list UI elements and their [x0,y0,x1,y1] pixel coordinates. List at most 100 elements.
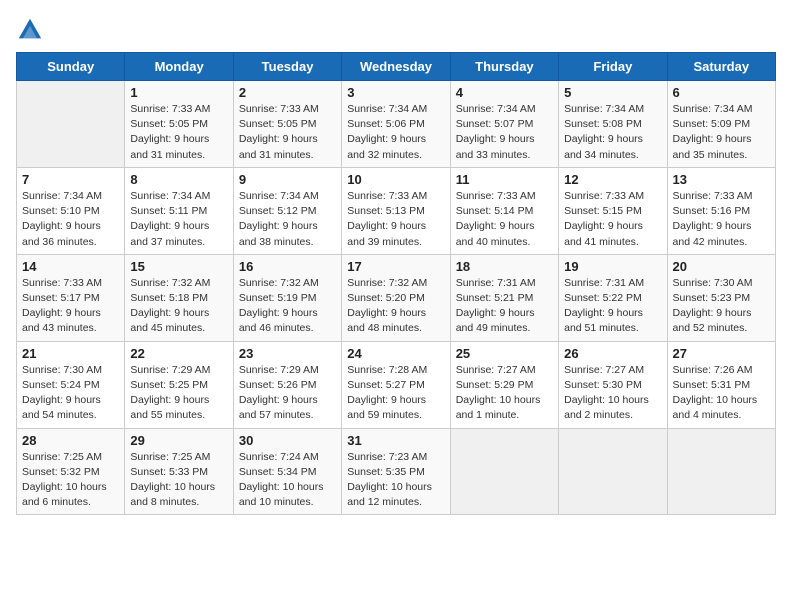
day-info: Sunrise: 7:32 AMSunset: 5:19 PMDaylight:… [239,276,336,337]
day-info: Sunrise: 7:34 AMSunset: 5:09 PMDaylight:… [673,102,770,163]
calendar-cell: 21 Sunrise: 7:30 AMSunset: 5:24 PMDayligh… [17,341,125,428]
day-info: Sunrise: 7:24 AMSunset: 5:34 PMDaylight:… [239,450,336,511]
calendar-cell: 10 Sunrise: 7:33 AMSunset: 5:13 PMDayligh… [342,167,450,254]
day-number: 3 [347,85,444,100]
calendar-cell: 4 Sunrise: 7:34 AMSunset: 5:07 PMDaylight… [450,81,558,168]
calendar-table: SundayMondayTuesdayWednesdayThursdayFrid… [16,52,776,515]
day-number: 29 [130,433,227,448]
day-info: Sunrise: 7:33 AMSunset: 5:05 PMDaylight:… [239,102,336,163]
calendar-week-row: 7Sunrise: 7:34 AMSunset: 5:10 PMDaylight… [17,167,776,254]
day-number: 20 [673,259,770,274]
calendar-cell: 18Sunrise: 7:31 AMSunset: 5:21 PMDayligh… [450,254,558,341]
day-info: Sunrise: 7:34 AMSunset: 5:11 PMDaylight:… [130,189,227,250]
calendar-cell [559,428,667,515]
weekday-header: Wednesday [342,53,450,81]
calendar-cell: 17 Sunrise: 7:32 AMSunset: 5:20 PMDayligh… [342,254,450,341]
weekday-header: Thursday [450,53,558,81]
calendar-cell: 28Sunrise: 7:25 AMSunset: 5:32 PMDayligh… [17,428,125,515]
day-number: 4 [456,85,553,100]
calendar-cell: 23 Sunrise: 7:29 AMSunset: 5:26 PMDayligh… [233,341,341,428]
weekday-header: Tuesday [233,53,341,81]
day-info: Sunrise: 7:33 AMSunset: 5:14 PMDaylight:… [456,189,553,250]
day-number: 13 [673,172,770,187]
calendar-cell: 11Sunrise: 7:33 AMSunset: 5:14 PMDayligh… [450,167,558,254]
day-number: 27 [673,346,770,361]
day-info: Sunrise: 7:34 AMSunset: 5:07 PMDaylight:… [456,102,553,163]
day-info: Sunrise: 7:30 AMSunset: 5:23 PMDaylight:… [673,276,770,337]
day-number: 31 [347,433,444,448]
calendar-cell: 15 Sunrise: 7:32 AMSunset: 5:18 PMDayligh… [125,254,233,341]
calendar-cell: 29 Sunrise: 7:25 AMSunset: 5:33 PMDayligh… [125,428,233,515]
day-number: 16 [239,259,336,274]
calendar-cell [667,428,775,515]
day-number: 22 [130,346,227,361]
day-number: 12 [564,172,661,187]
day-number: 19 [564,259,661,274]
day-number: 15 [130,259,227,274]
day-number: 2 [239,85,336,100]
day-number: 23 [239,346,336,361]
calendar-cell: 13 Sunrise: 7:33 AMSunset: 5:16 PMDayligh… [667,167,775,254]
calendar-cell: 31 Sunrise: 7:23 AMSunset: 5:35 PMDayligh… [342,428,450,515]
day-info: Sunrise: 7:30 AMSunset: 5:24 PMDaylight:… [22,363,119,424]
calendar-week-row: 1 Sunrise: 7:33 AMSunset: 5:05 PMDaylight… [17,81,776,168]
day-info: Sunrise: 7:33 AMSunset: 5:16 PMDaylight:… [673,189,770,250]
day-info: Sunrise: 7:34 AMSunset: 5:08 PMDaylight:… [564,102,661,163]
calendar-header: SundayMondayTuesdayWednesdayThursdayFrid… [17,53,776,81]
day-number: 25 [456,346,553,361]
day-info: Sunrise: 7:31 AMSunset: 5:22 PMDaylight:… [564,276,661,337]
calendar-cell: 12 Sunrise: 7:33 AMSunset: 5:15 PMDayligh… [559,167,667,254]
day-number: 14 [22,259,119,274]
calendar-week-row: 28Sunrise: 7:25 AMSunset: 5:32 PMDayligh… [17,428,776,515]
logo-icon [16,16,44,44]
calendar-cell [17,81,125,168]
day-info: Sunrise: 7:25 AMSunset: 5:33 PMDaylight:… [130,450,227,511]
weekday-header: Friday [559,53,667,81]
day-info: Sunrise: 7:23 AMSunset: 5:35 PMDaylight:… [347,450,444,511]
logo [16,16,48,44]
day-info: Sunrise: 7:32 AMSunset: 5:18 PMDaylight:… [130,276,227,337]
day-info: Sunrise: 7:34 AMSunset: 5:10 PMDaylight:… [22,189,119,250]
calendar-cell: 30 Sunrise: 7:24 AMSunset: 5:34 PMDayligh… [233,428,341,515]
calendar-cell: 16 Sunrise: 7:32 AMSunset: 5:19 PMDayligh… [233,254,341,341]
day-number: 6 [673,85,770,100]
calendar-cell: 22 Sunrise: 7:29 AMSunset: 5:25 PMDayligh… [125,341,233,428]
calendar-cell: 5Sunrise: 7:34 AMSunset: 5:08 PMDaylight… [559,81,667,168]
day-info: Sunrise: 7:33 AMSunset: 5:15 PMDaylight:… [564,189,661,250]
calendar-cell: 25Sunrise: 7:27 AMSunset: 5:29 PMDayligh… [450,341,558,428]
day-number: 26 [564,346,661,361]
calendar-cell: 7Sunrise: 7:34 AMSunset: 5:10 PMDaylight… [17,167,125,254]
day-number: 9 [239,172,336,187]
day-info: Sunrise: 7:29 AMSunset: 5:25 PMDaylight:… [130,363,227,424]
day-number: 30 [239,433,336,448]
calendar-cell: 8 Sunrise: 7:34 AMSunset: 5:11 PMDaylight… [125,167,233,254]
weekday-header: Sunday [17,53,125,81]
calendar-cell: 1 Sunrise: 7:33 AMSunset: 5:05 PMDaylight… [125,81,233,168]
day-number: 8 [130,172,227,187]
day-info: Sunrise: 7:28 AMSunset: 5:27 PMDaylight:… [347,363,444,424]
calendar-cell: 3Sunrise: 7:34 AMSunset: 5:06 PMDaylight… [342,81,450,168]
day-number: 10 [347,172,444,187]
calendar-cell: 27 Sunrise: 7:26 AMSunset: 5:31 PMDayligh… [667,341,775,428]
day-info: Sunrise: 7:32 AMSunset: 5:20 PMDaylight:… [347,276,444,337]
day-number: 17 [347,259,444,274]
calendar-cell: 20 Sunrise: 7:30 AMSunset: 5:23 PMDayligh… [667,254,775,341]
calendar-week-row: 21 Sunrise: 7:30 AMSunset: 5:24 PMDayligh… [17,341,776,428]
calendar-cell: 6 Sunrise: 7:34 AMSunset: 5:09 PMDaylight… [667,81,775,168]
day-number: 1 [130,85,227,100]
day-number: 28 [22,433,119,448]
day-info: Sunrise: 7:33 AMSunset: 5:13 PMDaylight:… [347,189,444,250]
day-info: Sunrise: 7:26 AMSunset: 5:31 PMDaylight:… [673,363,770,424]
day-info: Sunrise: 7:29 AMSunset: 5:26 PMDaylight:… [239,363,336,424]
day-info: Sunrise: 7:27 AMSunset: 5:30 PMDaylight:… [564,363,661,424]
calendar-cell: 14 Sunrise: 7:33 AMSunset: 5:17 PMDayligh… [17,254,125,341]
day-number: 21 [22,346,119,361]
weekday-header: Saturday [667,53,775,81]
day-info: Sunrise: 7:33 AMSunset: 5:17 PMDaylight:… [22,276,119,337]
day-info: Sunrise: 7:31 AMSunset: 5:21 PMDaylight:… [456,276,553,337]
weekday-header: Monday [125,53,233,81]
calendar-cell: 2 Sunrise: 7:33 AMSunset: 5:05 PMDaylight… [233,81,341,168]
calendar-cell: 26 Sunrise: 7:27 AMSunset: 5:30 PMDayligh… [559,341,667,428]
day-number: 24 [347,346,444,361]
day-info: Sunrise: 7:33 AMSunset: 5:05 PMDaylight:… [130,102,227,163]
